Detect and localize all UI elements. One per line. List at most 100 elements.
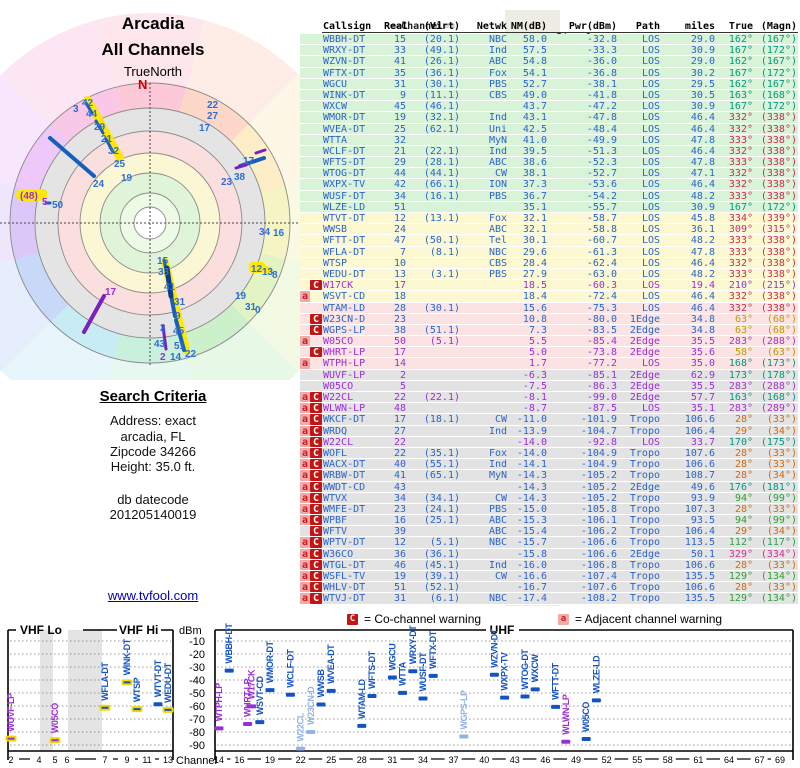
table-cell: (36.1) <box>406 549 460 559</box>
table-cell: (168°) <box>753 90 797 100</box>
band-gap-2 <box>68 630 102 751</box>
table-cell: 23 <box>384 504 406 514</box>
co-channel-legend: C = Co-channel warning <box>347 612 481 626</box>
table-cell: 332° <box>715 146 753 156</box>
north-marker: N <box>138 77 147 92</box>
table-cell: -14.0 <box>507 437 547 447</box>
table-cell: 29.0 <box>660 34 715 44</box>
table-cell: 47.8 <box>660 247 715 257</box>
table-cell: -53.6 <box>547 179 617 189</box>
channel-tick: 37 <box>449 755 459 765</box>
adjacent-warning-marker <box>300 191 310 201</box>
adjacent-warning-marker: a <box>300 493 310 503</box>
table-cell: 163° <box>715 392 753 402</box>
table-cell: LOS <box>617 191 660 201</box>
radar-channel-label: 8 <box>272 270 278 281</box>
table-cell: -47.2 <box>547 101 617 111</box>
table-cell: Tropo <box>617 571 660 581</box>
table-cell: 50 <box>384 336 406 346</box>
table-cell: 46.4 <box>660 112 715 122</box>
adjacent-warning-marker: a <box>300 537 310 547</box>
table-cell: 30.9 <box>660 45 715 55</box>
table-cell: Tropo <box>617 582 660 592</box>
adjacent-warning-marker: a <box>300 291 310 301</box>
adjacent-warning-marker <box>300 269 310 279</box>
adjacent-warning-marker <box>300 101 310 111</box>
table-cell: 35 <box>384 68 406 78</box>
table-cell: WBBH-DT <box>322 34 384 44</box>
table-cell: 5.5 <box>507 336 547 346</box>
signal-marker-label: WUVF-LP <box>6 693 16 732</box>
radar-channel-label: 21 <box>101 134 113 145</box>
table-row: aWSVT-CD1818.4-72.4LOS46.4332°(338°) <box>300 291 798 302</box>
table-cell: 176° <box>715 482 753 492</box>
site-link-wrap: www.tvfool.com <box>0 588 306 603</box>
table-row: aCWACX-DT40(55.1)Ind-14.1-104.9Tropo106.… <box>300 459 798 470</box>
table-cell: 38.6 <box>507 157 547 167</box>
table-cell: W17CK <box>322 280 384 290</box>
radar-channel-label: 24 <box>93 179 105 190</box>
table-cell: 46.4 <box>660 146 715 156</box>
table-cell <box>406 358 460 368</box>
table-cell: 333° <box>715 235 753 245</box>
table-cell: 283° <box>715 381 753 391</box>
adjacent-warning-marker: a <box>300 448 310 458</box>
adjacent-warning-marker <box>300 68 310 78</box>
table-cell: 167° <box>715 202 753 212</box>
table-cell: (167°) <box>753 34 797 44</box>
search-zipcode: Zipcode 34266 <box>0 444 306 459</box>
table-cell: 46.4 <box>660 179 715 189</box>
table-row: CWHRT-LP175.0-73.82Edge35.658°(63°) <box>300 347 798 358</box>
table-cell: 19.4 <box>660 280 715 290</box>
radar-channel-label: 2 <box>160 352 166 363</box>
table-cell: (49.1) <box>406 45 460 55</box>
table-cell: 29° <box>715 526 753 536</box>
table-cell: WWSB <box>322 224 384 234</box>
table-cell: (338°) <box>753 157 797 167</box>
table-cell: -58.8 <box>547 224 617 234</box>
table-cell: Tropo <box>617 537 660 547</box>
table-cell: Tropo <box>617 515 660 525</box>
co-channel-warning-marker <box>310 68 322 78</box>
dbm-tick: -40 <box>189 675 205 687</box>
radar-channel-label: 22 <box>207 100 219 111</box>
table-cell: 41 <box>384 470 406 480</box>
radar-channel-label: 44 <box>86 109 98 120</box>
signal-marker-label: WMOR-DT <box>265 641 275 684</box>
table-cell: (34°) <box>753 470 797 480</box>
co-channel-warning-marker <box>310 381 322 391</box>
table-cell: 58° <box>715 347 753 357</box>
co-channel-warning-marker: C <box>310 459 322 469</box>
table-cell: 2Edge <box>617 336 660 346</box>
table-row: aCWSFL-TV19(39.1)CW-16.6-107.4Tropo135.5… <box>300 571 798 582</box>
radar-channel-label: 19 <box>121 173 133 184</box>
table-cell: CW <box>460 493 507 503</box>
table-cell <box>460 347 507 357</box>
table-cell: -106.6 <box>547 549 617 559</box>
signal-marker <box>133 707 142 711</box>
col-callsign: Callsign <box>322 21 384 32</box>
table-cell: (44.1) <box>406 168 460 178</box>
table-cell: 49.0 <box>507 90 547 100</box>
table-cell: WGPS-LP <box>322 325 384 335</box>
table-cell: 32.1 <box>507 213 547 223</box>
table-cell: (32.1) <box>406 112 460 122</box>
table-cell: (5.1) <box>406 537 460 547</box>
table-cell: 63° <box>715 325 753 335</box>
signal-marker-label: WFTS-DT <box>367 650 377 689</box>
table-cell: 34 <box>384 191 406 201</box>
signal-marker-label: WTVT-DT <box>153 659 163 697</box>
table-cell: 332° <box>715 291 753 301</box>
dbm-tick: -20 <box>189 649 205 661</box>
channel-tick: 34 <box>418 755 428 765</box>
channel-tick: 64 <box>724 755 734 765</box>
tvfool-link[interactable]: www.tvfool.com <box>108 588 198 603</box>
table-group-header: ==Channel== ========Signal======== Dist … <box>300 10 800 21</box>
radar-channel-label: 5 <box>42 197 48 208</box>
table-cell: Ind <box>460 45 507 55</box>
table-cell: 19 <box>384 571 406 581</box>
table-cell: Ind <box>460 146 507 156</box>
table-cell: CW <box>460 414 507 424</box>
table-cell: 17 <box>384 347 406 357</box>
adjacent-warning-marker: a <box>300 437 310 447</box>
